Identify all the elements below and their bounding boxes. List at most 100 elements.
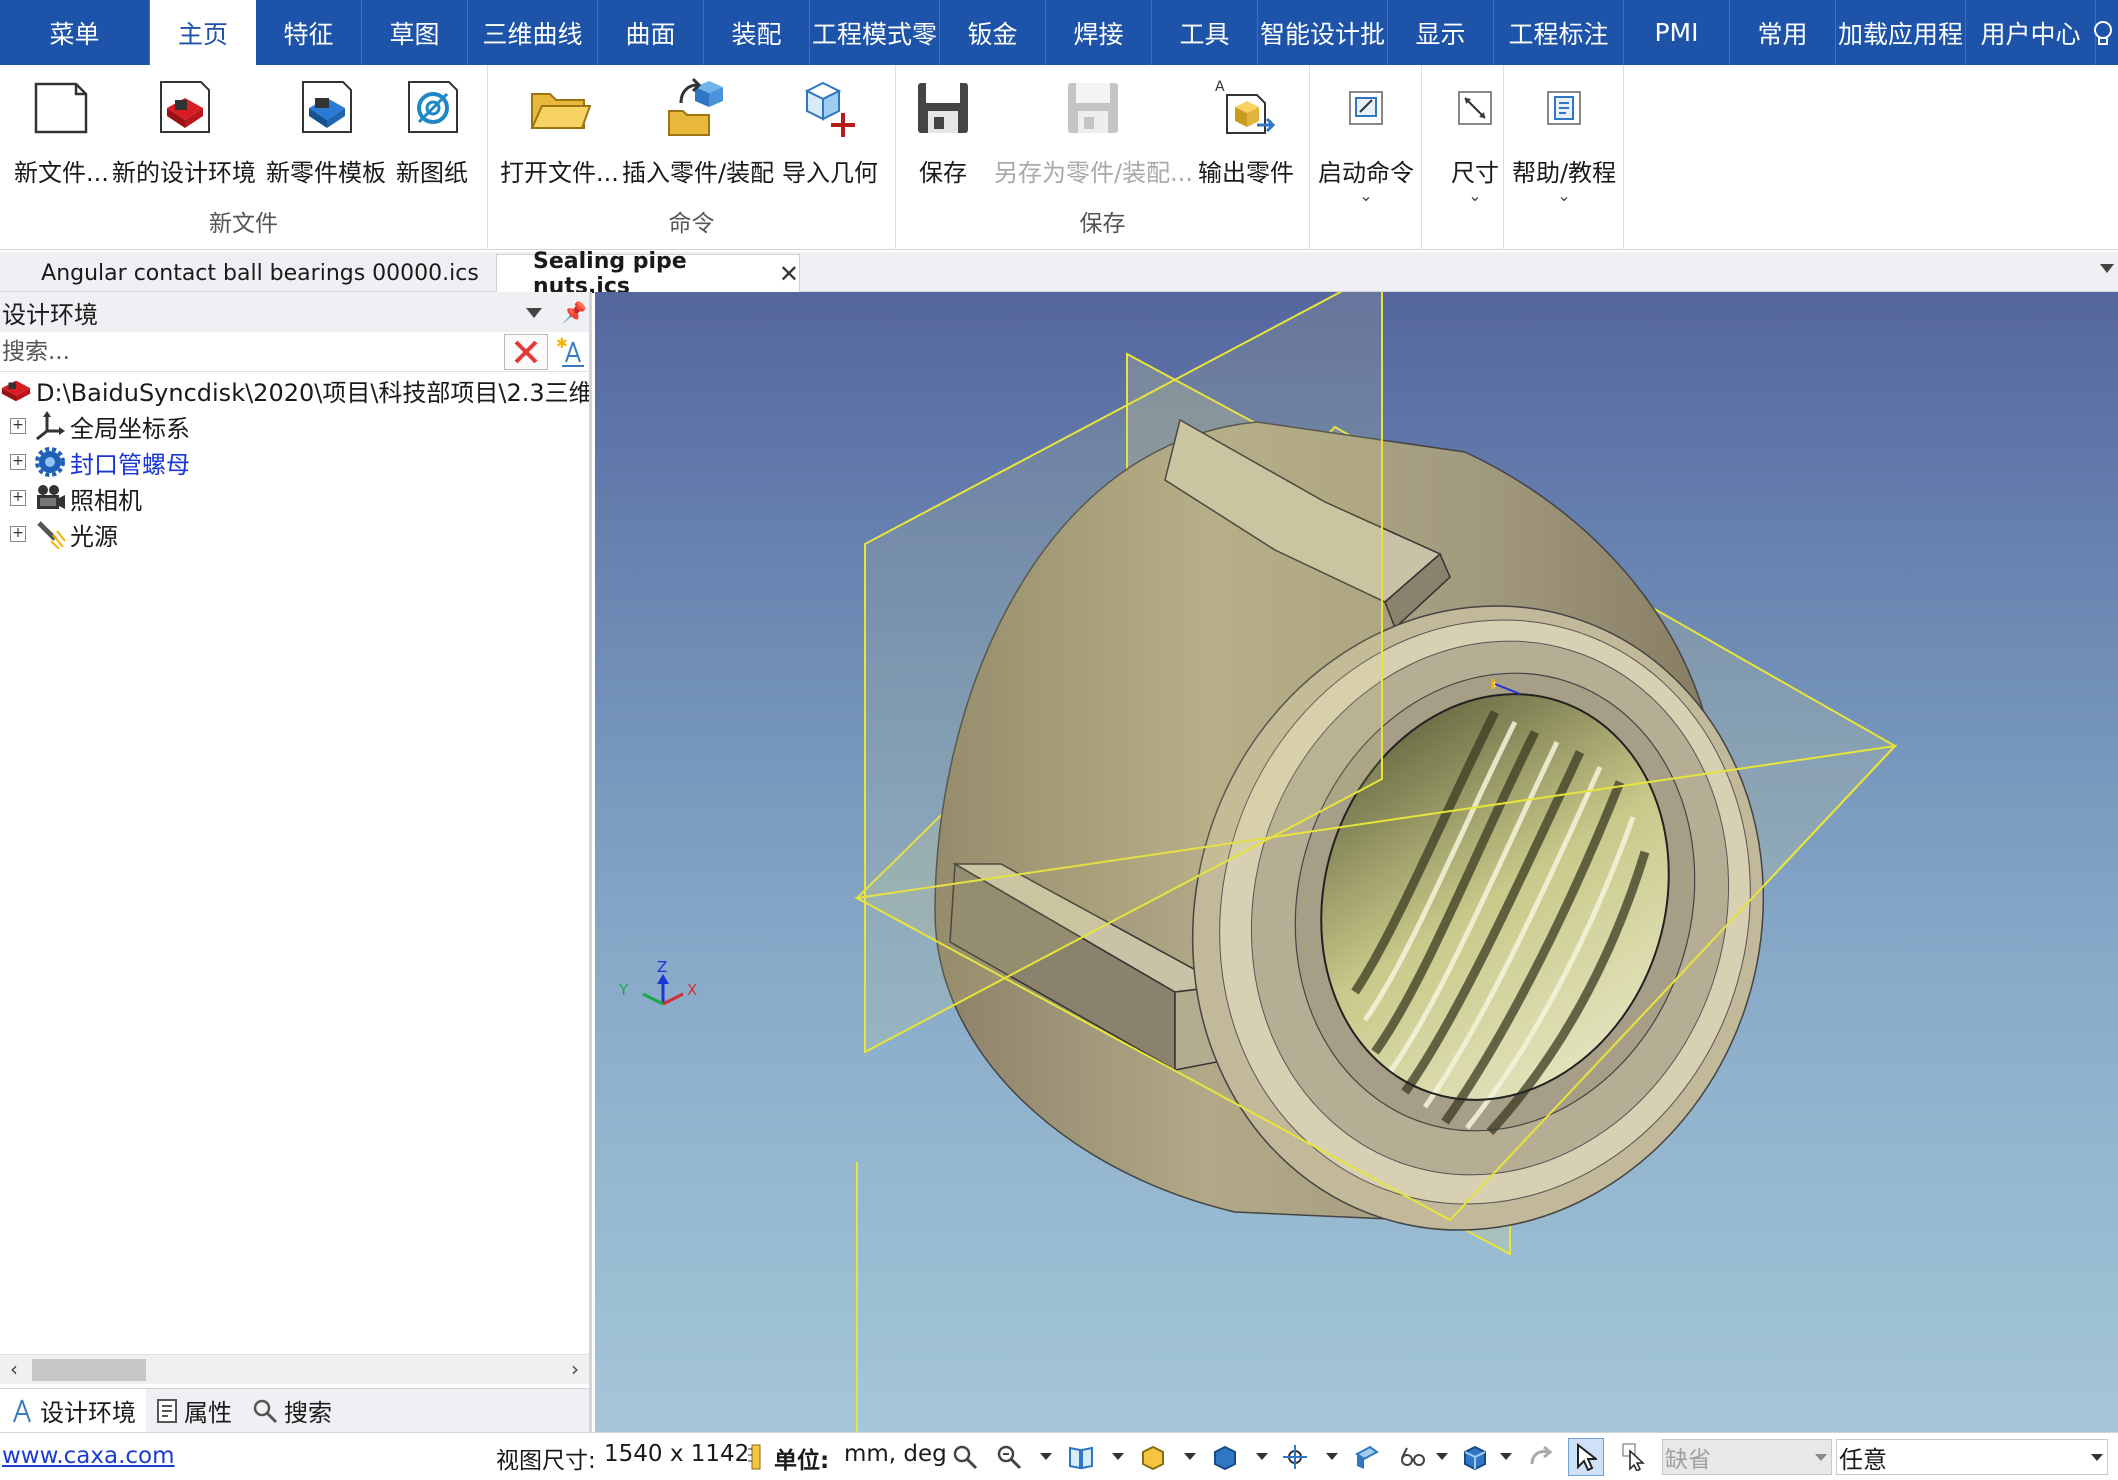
- pin-icon[interactable]: 📌: [562, 300, 587, 324]
- ribbon: 新文件... 新的设计环境 新零件模板 新图纸 新文件 打开文件... 插入零件…: [0, 65, 2118, 250]
- shaded-cube-icon[interactable]: [1210, 1442, 1240, 1472]
- close-tab-icon[interactable]: ✕: [779, 260, 799, 288]
- part-template-icon: [291, 75, 361, 141]
- select-pointer-button[interactable]: [1568, 1438, 1604, 1476]
- camera-dropdown-icon[interactable]: [1326, 1453, 1338, 1460]
- launch-command-button[interactable]: 启动命令 ⌄: [1318, 75, 1414, 205]
- close-icon: [514, 340, 538, 364]
- expand-icon[interactable]: +: [10, 454, 26, 470]
- launch-command-icon: [1331, 75, 1401, 141]
- menu-tab-6[interactable]: 装配: [704, 0, 810, 65]
- menu-tab-11[interactable]: 智能设计批: [1258, 0, 1388, 65]
- camera-icon: [34, 482, 66, 514]
- expand-icon[interactable]: +: [10, 418, 26, 434]
- menu-tab-14[interactable]: PMI: [1624, 0, 1730, 65]
- menu-tab-3[interactable]: 草图: [362, 0, 468, 65]
- scrollbar-thumb[interactable]: [32, 1359, 146, 1381]
- section-view-icon[interactable]: [1352, 1442, 1382, 1472]
- menu-tab-15[interactable]: 常用: [1730, 0, 1836, 65]
- status-bar: www.caxa.com 视图尺寸: 1540 x 1142 单位: mm, d…: [0, 1432, 2118, 1480]
- scroll-right-icon[interactable]: ›: [571, 1357, 579, 1381]
- save-button[interactable]: 保存: [908, 75, 978, 205]
- menu-tab-0[interactable]: 菜单: [0, 0, 150, 65]
- menu-tab-10[interactable]: 工具: [1152, 0, 1258, 65]
- view-axes-indicator[interactable]: Z Y X: [618, 958, 697, 1006]
- save-as-part-button[interactable]: 另存为零件/装配...: [994, 75, 1193, 205]
- render-mode-icon[interactable]: [1138, 1442, 1168, 1472]
- search-input[interactable]: [0, 334, 502, 370]
- 3d-viewport[interactable]: Z Y X: [595, 292, 2118, 1432]
- glasses-dropdown-icon[interactable]: [1436, 1453, 1448, 1460]
- tab-properties[interactable]: 属性: [146, 1389, 242, 1433]
- menu-tab-12[interactable]: 显示: [1388, 0, 1494, 65]
- menu-tab-8[interactable]: 钣金: [940, 0, 1046, 65]
- insert-part-assembly-button[interactable]: 插入零件/装配: [622, 75, 774, 205]
- zoom-window-icon[interactable]: [994, 1442, 1024, 1472]
- menu-tab-5[interactable]: 曲面: [598, 0, 704, 65]
- new-file-button[interactable]: 新文件...: [14, 75, 109, 205]
- axis-label-y: Y: [618, 981, 629, 999]
- chevron-down-icon[interactable]: ⌄: [1468, 186, 1481, 205]
- export-part-button[interactable]: A 输出零件: [1198, 75, 1294, 205]
- tree-item-global-coordinate-system[interactable]: + 全局坐标系: [0, 408, 190, 444]
- unit-value: mm, deg: [844, 1441, 947, 1467]
- glasses-icon[interactable]: [1398, 1442, 1428, 1472]
- tree-item-light-source[interactable]: + 光源: [0, 516, 118, 552]
- view-book-icon[interactable]: [1066, 1442, 1096, 1472]
- chevron-down-icon[interactable]: ⌄: [1557, 186, 1570, 205]
- open-folder-icon: [524, 75, 594, 141]
- view-dropdown-icon[interactable]: [1112, 1453, 1124, 1460]
- tab-design-environment[interactable]: 设计环境: [0, 1388, 146, 1433]
- blue-cube-icon[interactable]: [1460, 1442, 1490, 1472]
- redo-icon[interactable]: [1526, 1442, 1556, 1472]
- lightbulb-icon[interactable]: [2088, 18, 2118, 48]
- menu-tab-1[interactable]: 主页: [150, 0, 256, 65]
- menu-tab-16[interactable]: 加载应用程: [1836, 0, 1966, 65]
- scroll-left-icon[interactable]: ‹: [10, 1357, 18, 1381]
- search-filter-icon[interactable]: ✱: [556, 336, 586, 368]
- help-book-icon: [1529, 75, 1599, 141]
- expand-icon[interactable]: +: [10, 526, 26, 542]
- design-environment-panel: 设计环境 📌 ✱ D:\BaiduSyncdisk\2020\项目\科技部项目\…: [0, 292, 592, 1433]
- website-link[interactable]: www.caxa.com: [2, 1443, 175, 1469]
- new-drawing-button[interactable]: 新图纸: [396, 75, 468, 205]
- render-dropdown-icon[interactable]: [1184, 1453, 1196, 1460]
- import-geometry-button[interactable]: 导入几何: [782, 75, 878, 205]
- menu-tab-13[interactable]: 工程标注: [1494, 0, 1624, 65]
- expand-icon[interactable]: +: [10, 490, 26, 506]
- help-tutorial-button[interactable]: 帮助/教程 ⌄: [1512, 75, 1616, 205]
- filter-pointer-icon[interactable]: [1620, 1442, 1650, 1472]
- clear-search-button[interactable]: [504, 334, 548, 370]
- tab-list-dropdown-icon[interactable]: [2100, 264, 2114, 273]
- floppy-disk-disabled-icon: [1058, 75, 1128, 141]
- ribbon-group-command: 打开文件... 插入零件/装配 导入几何 命令: [488, 65, 896, 250]
- menu-tab-4[interactable]: 三维曲线: [468, 0, 598, 65]
- menu-tab-17[interactable]: 用户中心: [1966, 0, 2096, 65]
- filter-default-select[interactable]: 缺省: [1662, 1439, 1832, 1475]
- tree-item-sealing-nut[interactable]: + 封口管螺母: [0, 444, 190, 480]
- model-scene[interactable]: Z Y X: [595, 292, 2118, 1432]
- new-part-template-button[interactable]: 新零件模板: [266, 75, 386, 205]
- open-file-button[interactable]: 打开文件...: [500, 75, 619, 205]
- shading-dropdown-icon[interactable]: [1256, 1453, 1268, 1460]
- new-design-env-button[interactable]: 新的设计环境: [112, 75, 256, 205]
- menu-tab-9[interactable]: 焊接: [1046, 0, 1152, 65]
- part-gear-icon: [34, 446, 66, 478]
- horizontal-scrollbar[interactable]: ‹ ›: [0, 1354, 589, 1384]
- camera-view-icon[interactable]: [1280, 1442, 1310, 1472]
- menu-tab-2[interactable]: 特征: [256, 0, 362, 65]
- selection-mode-select[interactable]: 任意: [1836, 1439, 2108, 1475]
- tree-item-camera[interactable]: + 照相机: [0, 480, 142, 516]
- chevron-down-icon[interactable]: ⌄: [1359, 186, 1372, 205]
- tab-search[interactable]: 搜索: [242, 1389, 342, 1433]
- menu-tab-7[interactable]: 工程模式零: [810, 0, 940, 65]
- tree-root[interactable]: D:\BaiduSyncdisk\2020\项目\科技部项目\2.3三维CAD: [0, 372, 589, 408]
- import-geometry-icon: [795, 75, 865, 141]
- zoom-dropdown-icon[interactable]: [1040, 1453, 1052, 1460]
- cube-dropdown-icon[interactable]: [1500, 1453, 1512, 1460]
- doc-tab-bearings[interactable]: Angular contact ball bearings 00000.ics: [26, 254, 494, 292]
- panel-menu-dropdown-icon[interactable]: [526, 308, 542, 318]
- zoom-icon[interactable]: [950, 1442, 980, 1472]
- dimension-button[interactable]: 尺寸 ⌄: [1440, 75, 1510, 205]
- doc-tab-sealing-nuts[interactable]: Sealing pipe nuts.ics ✕: [496, 249, 800, 299]
